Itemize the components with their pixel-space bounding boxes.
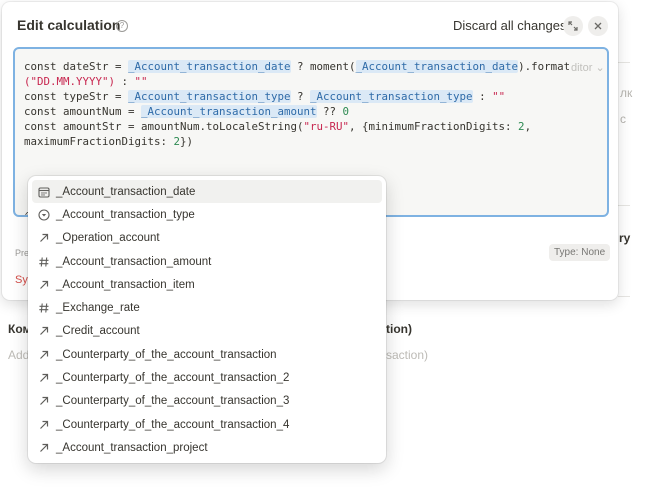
type-badge: Type: None	[549, 244, 611, 261]
autocomplete-item[interactable]: _Counterparty_of_the_account_transaction	[32, 343, 382, 366]
background-divider	[618, 62, 630, 63]
autocomplete-item-label: _Account_transaction_date	[56, 185, 196, 198]
relation-arrow-icon	[38, 395, 50, 407]
autocomplete-item[interactable]: _Operation_account	[32, 227, 382, 250]
calendar-icon	[38, 186, 50, 198]
property-token: _Account_transaction_date	[355, 60, 519, 73]
property-token: _Account_transaction_type	[310, 90, 473, 103]
background-side-text: лк	[620, 86, 633, 100]
relation-arrow-icon	[38, 419, 50, 431]
autocomplete-item-label: _Counterparty_of_the_account_transaction	[56, 348, 277, 361]
relation-arrow-icon	[38, 279, 50, 291]
close-button[interactable]	[588, 16, 608, 36]
hash-icon	[38, 256, 50, 268]
discard-all-changes-button[interactable]: Discard all changes	[453, 18, 566, 33]
autocomplete-item-label: _Account_transaction_project	[56, 441, 208, 454]
autocomplete-item-label: _Credit_account	[56, 325, 140, 338]
autocomplete-item[interactable]: _Exchange_rate	[32, 296, 382, 319]
select-circle-icon	[38, 209, 50, 221]
expand-button[interactable]	[563, 16, 583, 36]
preview-label: Pre	[15, 248, 30, 258]
background-divider	[618, 296, 630, 297]
autocomplete-item[interactable]: _Counterparty_of_the_account_transaction…	[32, 366, 382, 389]
autocomplete-item[interactable]: _Account_transaction_date	[32, 180, 382, 204]
background-placeholder: Add	[8, 348, 30, 362]
property-token: _Account_transaction_type	[128, 90, 291, 103]
autocomplete-item[interactable]: _Account_transaction_project	[32, 436, 382, 459]
autocomplete-item-label: _Account_transaction_type	[56, 208, 195, 221]
autocomplete-item[interactable]: _Account_transaction_type	[32, 203, 382, 226]
relation-arrow-icon	[38, 325, 50, 337]
autocomplete-item[interactable]: _Counterparty_of_the_account_transaction…	[32, 390, 382, 413]
background-property-label: tion)	[386, 322, 412, 336]
modal-title: Edit calculation	[17, 17, 121, 33]
background-placeholder: saction)	[386, 348, 429, 362]
syntax-error-text: Sy	[15, 274, 28, 286]
autocomplete-item[interactable]: _Account_transaction_item	[32, 273, 382, 296]
autocomplete-item-label: _Account_transaction_amount	[56, 255, 212, 268]
autocomplete-item[interactable]: _Account_transaction_amount	[32, 250, 382, 273]
autocomplete-item-label: _Counterparty_of_the_account_transaction…	[56, 372, 290, 385]
editor-mode-tag[interactable]: ditor ⌄	[569, 61, 605, 74]
background-side-text: ry	[619, 231, 631, 245]
property-token: _Account_transaction_date	[128, 60, 291, 73]
expand-arrows-icon	[568, 21, 578, 31]
relation-arrow-icon	[38, 232, 50, 244]
relation-arrow-icon	[38, 372, 50, 384]
formula-code[interactable]: const dateStr = _Account_transaction_dat…	[24, 59, 607, 149]
autocomplete-item-label: _Exchange_rate	[56, 302, 140, 315]
autocomplete-item-label: _Operation_account	[56, 232, 160, 245]
hash-icon	[38, 302, 50, 314]
relation-arrow-icon	[38, 349, 50, 361]
autocomplete-item-label: _Counterparty_of_the_account_transaction…	[56, 395, 290, 408]
autocomplete-item-label: _Account_transaction_item	[56, 278, 195, 291]
autocomplete-item-label: _Counterparty_of_the_account_transaction…	[56, 418, 290, 431]
close-icon	[594, 22, 602, 30]
question-circle-icon[interactable]: ?	[116, 20, 128, 32]
background-side-text: с	[620, 112, 626, 126]
autocomplete-item[interactable]: _Counterparty_of_the_account_transaction…	[32, 413, 382, 436]
property-autocomplete-menu: _Account_transaction_date _Account_transa…	[28, 176, 386, 463]
autocomplete-item[interactable]: _Credit_account	[32, 320, 382, 343]
chevron-down-icon: ⌄	[595, 62, 605, 74]
relation-arrow-icon	[38, 442, 50, 454]
property-token: _Account_transaction_amount	[141, 105, 317, 118]
